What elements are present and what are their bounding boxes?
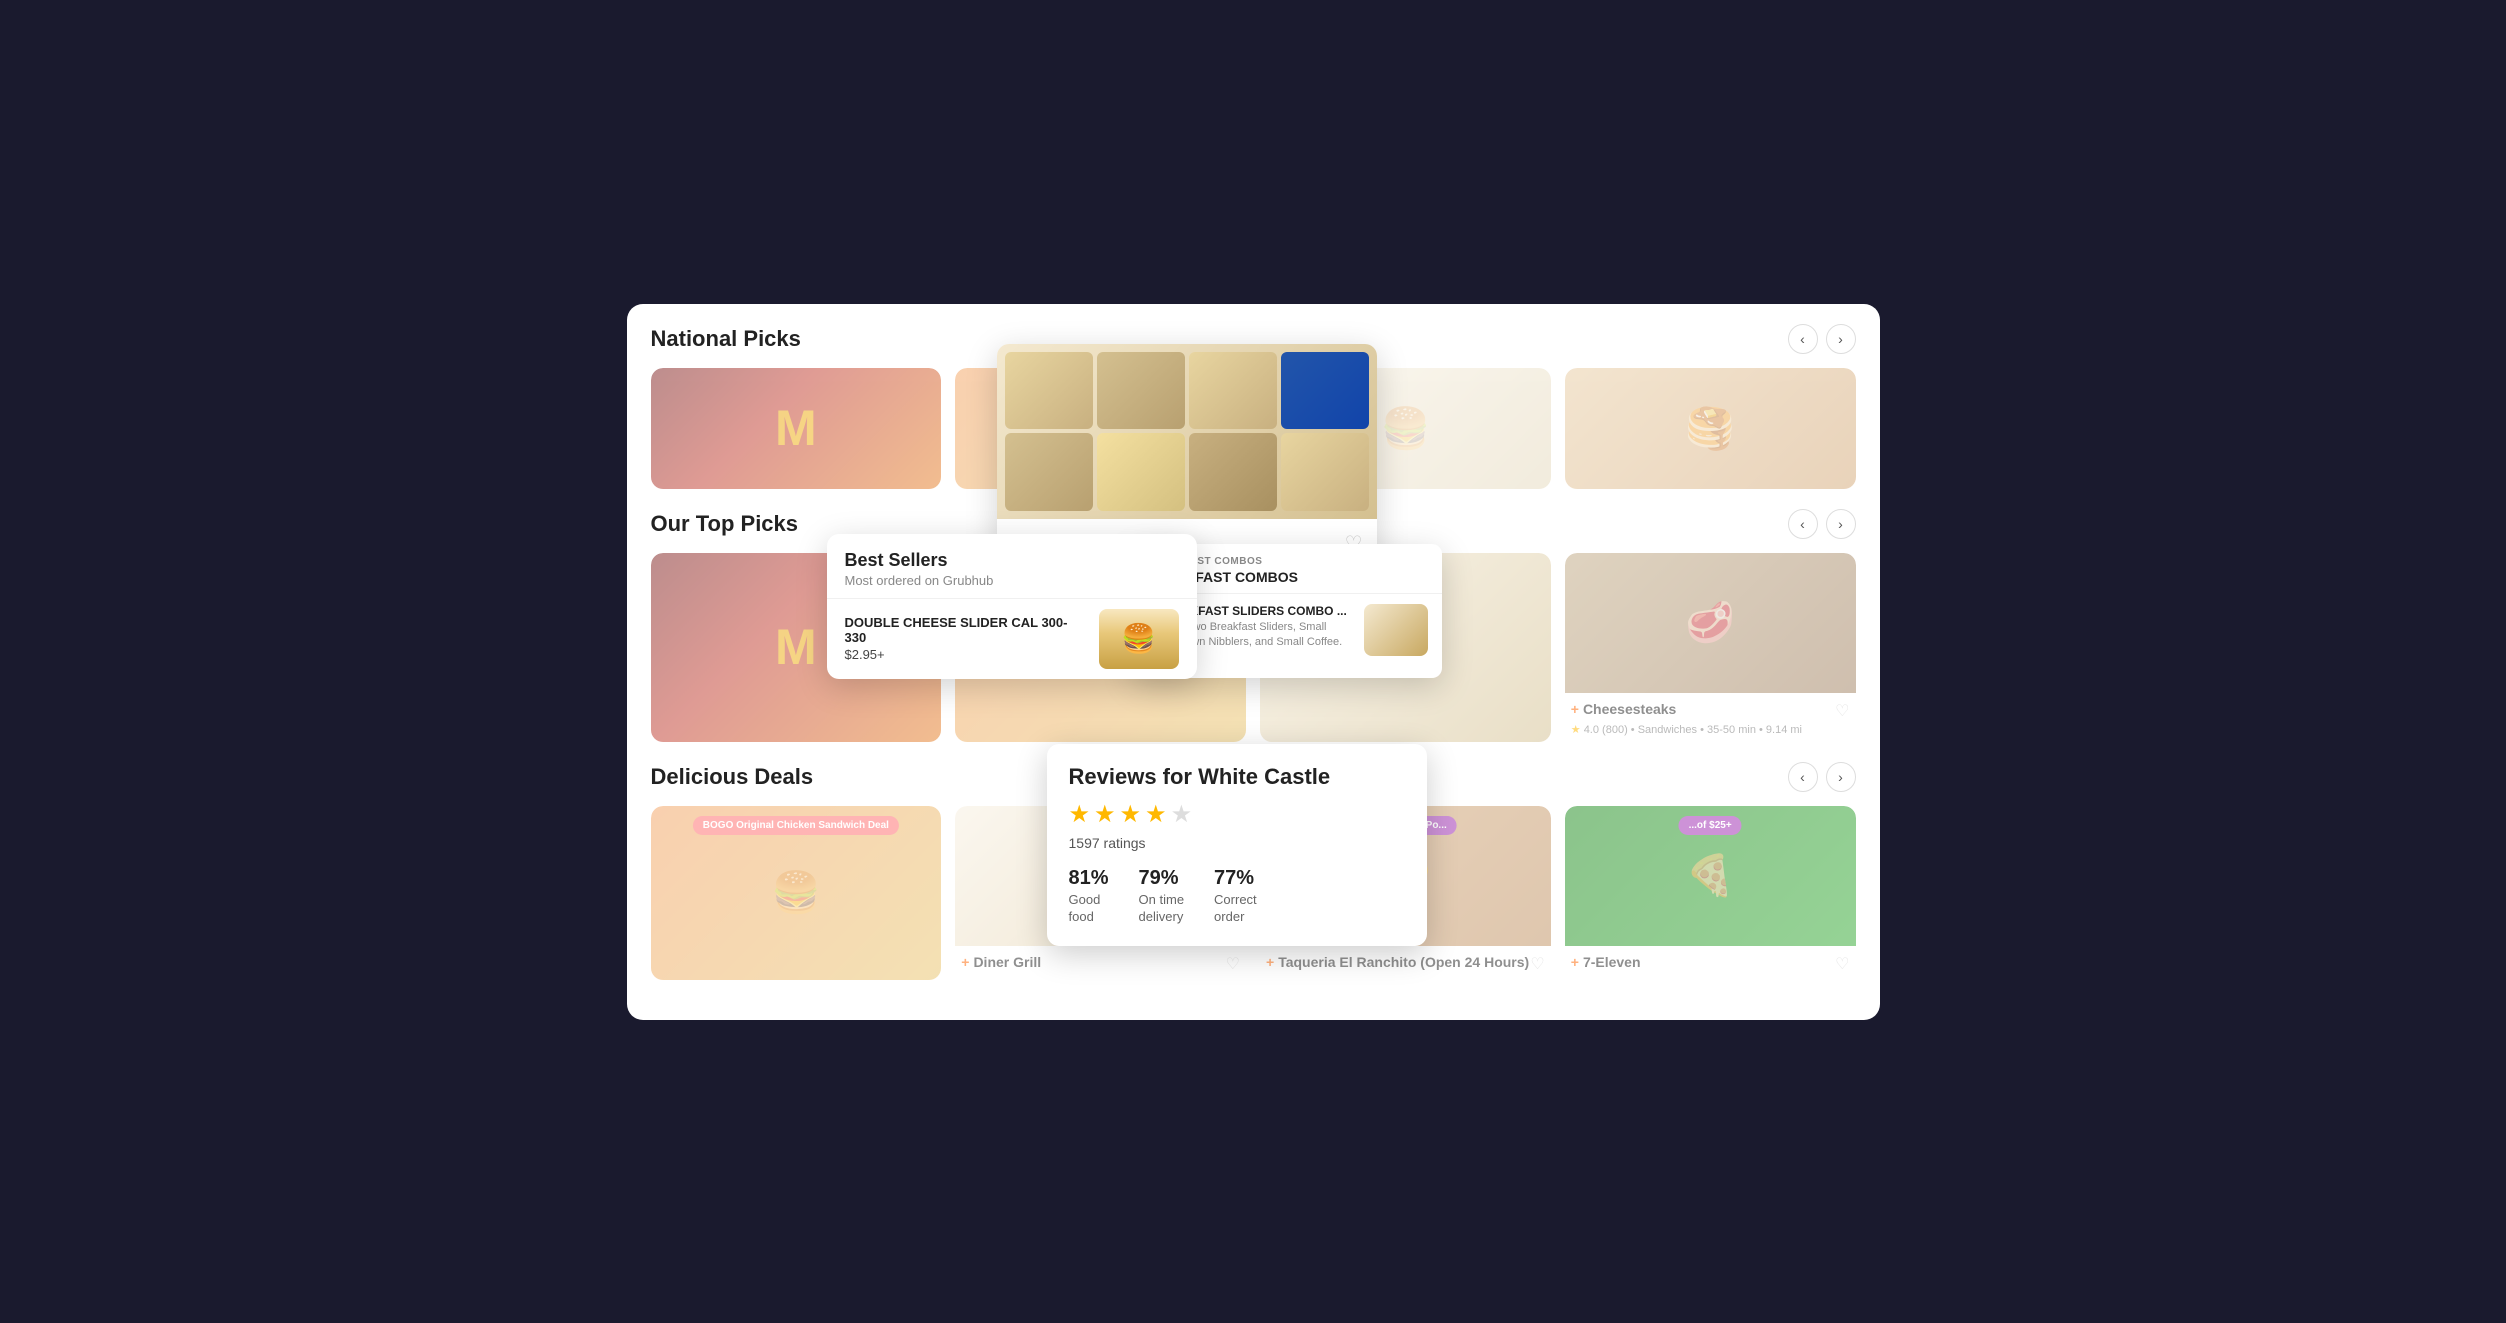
deals-title: Delicious Deals bbox=[651, 764, 814, 790]
top-picks-nav: ‹ › bbox=[1788, 509, 1856, 539]
deals-next[interactable]: › bbox=[1826, 762, 1856, 792]
prev-arrow[interactable]: ‹ bbox=[1788, 324, 1818, 354]
bs-item-name: DOUBLE CHEESE SLIDER CAL 300-330 bbox=[845, 615, 1087, 645]
card-cheesesteaks[interactable]: 🥩 + Cheesesteaks ♡ ★ 4.0 (800) • S bbox=[1565, 553, 1856, 742]
stat-pct-2: 79% bbox=[1139, 867, 1185, 890]
card-info-taqueria: + Taqueria El Ranchito (Open 24 Hours) ♡ bbox=[1260, 946, 1551, 980]
card-info-row-7eleven: + 7-Eleven ♡ bbox=[1571, 954, 1850, 974]
card-image-bk-deal: BOGO Original Chicken Sandwich Deal 🍔 bbox=[651, 806, 942, 980]
plus-icon-diner: + bbox=[961, 954, 969, 970]
deals-prev[interactable]: ‹ bbox=[1788, 762, 1818, 792]
card-info-cheese: + Cheesesteaks ♡ ★ 4.0 (800) • Sandwiche… bbox=[1565, 693, 1856, 742]
star-5: ★ bbox=[1171, 800, 1193, 829]
stat-pct-3: 77% bbox=[1214, 867, 1257, 890]
stat-label-1a: Good bbox=[1069, 892, 1109, 907]
reviews-title: Reviews for White Castle bbox=[1069, 764, 1405, 790]
restaurant-name-diner: + Diner Grill bbox=[961, 954, 1041, 970]
bs-item-image: 🍔 bbox=[1099, 609, 1179, 669]
deals-nav: ‹ › bbox=[1788, 762, 1856, 792]
star-4: ★ bbox=[1145, 800, 1167, 829]
stat-label-3a: Correct bbox=[1214, 892, 1257, 907]
top-picks-title: Our Top Picks bbox=[651, 511, 799, 537]
nav-arrows: ‹ › bbox=[1788, 324, 1856, 354]
next-arrow[interactable]: › bbox=[1826, 324, 1856, 354]
stat-pct-1: 81% bbox=[1069, 867, 1109, 890]
stat-on-time: 79% On time delivery bbox=[1139, 867, 1185, 924]
heart-icon-diner[interactable]: ♡ bbox=[1226, 954, 1240, 974]
star-cheese: ★ bbox=[1571, 724, 1581, 736]
stat-label-1b: food bbox=[1069, 909, 1109, 924]
bs-title: Best Sellers bbox=[845, 550, 1179, 571]
star-3: ★ bbox=[1120, 800, 1142, 829]
card-info-row-cheese: + Cheesesteaks ♡ bbox=[1571, 701, 1850, 721]
wc-food-item-8 bbox=[1281, 433, 1369, 511]
plus-icon-cheese: + bbox=[1571, 701, 1579, 717]
wc-food-item-6 bbox=[1097, 433, 1185, 511]
heart-icon-cheese[interactable]: ♡ bbox=[1835, 701, 1849, 721]
wc-food-item-5 bbox=[1005, 433, 1093, 511]
reviews-count: 1597 ratings bbox=[1069, 835, 1405, 851]
plus-icon-7eleven: + bbox=[1571, 954, 1579, 970]
stat-label-2b: delivery bbox=[1139, 909, 1185, 924]
star-1: ★ bbox=[1069, 800, 1091, 829]
mcdonalds-arch-icon: M bbox=[775, 399, 817, 457]
best-sellers-popup: Best Sellers Most ordered on Grubhub DOU… bbox=[827, 534, 1197, 679]
wc-food-item-7 bbox=[1189, 433, 1277, 511]
card-meta-cheese: ★ 4.0 (800) • Sandwiches • 35-50 min • 9… bbox=[1571, 723, 1850, 736]
bs-item-price: $2.95+ bbox=[845, 647, 1087, 662]
top-picks-prev[interactable]: ‹ bbox=[1788, 509, 1818, 539]
wc-food-item-4 bbox=[1281, 352, 1369, 430]
bk-deal-food: 🍔 bbox=[771, 869, 821, 916]
heart-icon-7eleven[interactable]: ♡ bbox=[1835, 954, 1849, 974]
card-image-7eleven: ...of $25+ 🍕 bbox=[1565, 806, 1856, 946]
restaurant-name-7eleven: + 7-Eleven bbox=[1571, 954, 1641, 970]
bs-item-info: DOUBLE CHEESE SLIDER CAL 300-330 $2.95+ bbox=[845, 615, 1087, 662]
restaurant-name-taqueria: + Taqueria El Ranchito (Open 24 Hours) bbox=[1266, 954, 1529, 970]
7eleven-food: 🍕 bbox=[1565, 806, 1856, 946]
card-info-7eleven: + 7-Eleven ♡ bbox=[1565, 946, 1856, 980]
cheese-food-icon: 🥩 bbox=[1565, 553, 1856, 693]
stat-label-3b: order bbox=[1214, 909, 1257, 924]
wc-food-item-2 bbox=[1097, 352, 1185, 430]
card-image-mcdonalds: M bbox=[651, 368, 942, 489]
app-container: National Picks ‹ › M + McDonald's bbox=[627, 304, 1880, 1020]
card-image-ihop: 🥞 bbox=[1565, 368, 1856, 489]
card-info-diner: + Diner Grill ♡ bbox=[955, 946, 1246, 980]
mcd-arch2: M bbox=[775, 618, 817, 676]
reviews-stars: ★ ★ ★ ★ ★ bbox=[1069, 800, 1405, 829]
wc-food-item-1 bbox=[1005, 352, 1093, 430]
card-mcdonalds-1[interactable]: M + McDonald's ♡ ★ 4.5 (1k) • Fast bbox=[651, 368, 942, 489]
plus-icon-taqueria: + bbox=[1266, 954, 1274, 970]
ihop-food-icon: 🥞 bbox=[1685, 405, 1735, 452]
restaurant-name-cheese: + Cheesesteaks bbox=[1571, 701, 1677, 717]
card-ihop-1[interactable]: 🥞 IHOP ♡ ★ 4.2 (1.2k) • Breakfast • bbox=[1565, 368, 1856, 489]
wc-food-icon: 🍔 bbox=[1380, 405, 1430, 452]
sandwich-visual: 🍔 bbox=[1099, 609, 1179, 669]
star-2: ★ bbox=[1094, 800, 1116, 829]
card-7eleven[interactable]: ...of $25+ 🍕 + 7-Eleven ♡ bbox=[1565, 806, 1856, 980]
card-bk-deal[interactable]: BOGO Original Chicken Sandwich Deal 🍔 + … bbox=[651, 806, 942, 980]
badge-bk-deal: BOGO Original Chicken Sandwich Deal bbox=[693, 816, 899, 835]
reviews-popup: Reviews for White Castle ★ ★ ★ ★ ★ 1597 … bbox=[1047, 744, 1427, 946]
wc-food-item-3 bbox=[1189, 352, 1277, 430]
card-info-row-diner: + Diner Grill ♡ bbox=[961, 954, 1240, 974]
stat-good-food: 81% Good food bbox=[1069, 867, 1109, 924]
bs-item[interactable]: DOUBLE CHEESE SLIDER CAL 300-330 $2.95+ … bbox=[827, 598, 1197, 679]
stat-label-2a: On time bbox=[1139, 892, 1185, 907]
bs-header: Best Sellers Most ordered on Grubhub bbox=[827, 534, 1197, 598]
reviews-stats: 81% Good food 79% On time delivery 77% C… bbox=[1069, 867, 1405, 924]
wc-food-grid bbox=[997, 344, 1377, 519]
stat-correct-order: 77% Correct order bbox=[1214, 867, 1257, 924]
heart-icon-taqueria[interactable]: ♡ bbox=[1530, 954, 1544, 974]
card-info-row-taqueria: + Taqueria El Ranchito (Open 24 Hours) ♡ bbox=[1266, 954, 1545, 974]
bp-item-image bbox=[1364, 604, 1428, 656]
bs-subtitle: Most ordered on Grubhub bbox=[845, 573, 1179, 588]
card-image-cheese: 🥩 bbox=[1565, 553, 1856, 693]
wc-expanded-image bbox=[997, 344, 1377, 519]
national-picks-title: National Picks bbox=[651, 326, 801, 352]
top-picks-next[interactable]: › bbox=[1826, 509, 1856, 539]
